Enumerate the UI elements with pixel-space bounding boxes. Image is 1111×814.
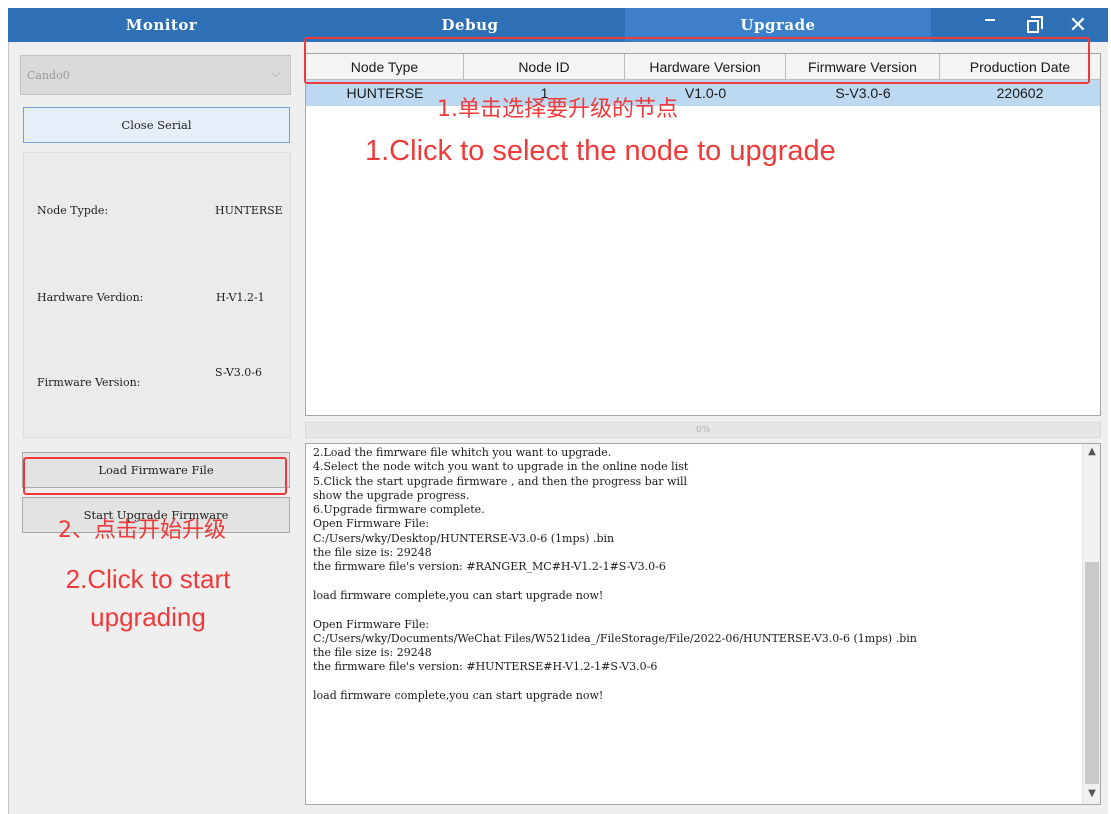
log-lines: 2.Load the fimrware file whitch you want… [313, 446, 1073, 703]
annotation-step1-en: 1.Click to select the node to upgrade [365, 135, 836, 167]
log-line: load firmware complete,you can start upg… [313, 689, 604, 703]
log-line: load firmware complete,you can start upg… [313, 588, 604, 602]
upgrade-progress-bar: 0% [305, 422, 1101, 438]
minimize-icon [985, 19, 995, 21]
port-select[interactable]: Cando0 ⌵ [20, 55, 291, 95]
log-line: the file size is: 29248 [313, 546, 432, 560]
highlight-node-row [304, 37, 1090, 84]
left-panel: Cando0 ⌵ Close Serial Node Typde: HUNTER… [19, 42, 297, 814]
log-line: show the upgrade progress. [313, 488, 470, 502]
firmware-version-value: S-V3.0-6 [215, 366, 263, 379]
log-line: 5.Click the start upgrade firmware , and… [313, 474, 687, 488]
log-scrollbar[interactable]: ▲ ▼ [1082, 444, 1100, 804]
close-serial-button[interactable]: Close Serial [23, 107, 290, 143]
annotation-step2-en: 2.Click to start upgrading [65, 564, 231, 632]
log-line: the firmware file's version: #RANGER_MC#… [313, 560, 666, 574]
log-line: the firmware file's version: #HUNTERSE#H… [313, 660, 658, 674]
log-line: Open Firmware File: [313, 517, 430, 531]
log-line: C:/Users/wky/Documents/WeChat Files/W521… [313, 631, 917, 645]
scroll-up-icon[interactable]: ▲ [1083, 446, 1100, 460]
log-line: 2.Load the fimrware file whitch you want… [313, 446, 612, 459]
annotation-step2-cn: 2、点击开始升级 [58, 518, 226, 543]
hardware-version-label: Hardware Verdion: [37, 291, 144, 304]
log-line: Open Firmware File: [313, 617, 430, 631]
log-line: C:/Users/wky/Desktop/HUNTERSE-V3.0-6 (1m… [313, 531, 615, 545]
node-type-label: Node Typde: [37, 204, 109, 217]
port-select-value: Cando0 [27, 68, 70, 82]
highlight-start-button [23, 457, 287, 495]
chevron-down-icon: ⌵ [270, 66, 280, 80]
firmware-version-label: Firmware Version: [37, 376, 141, 389]
node-info-panel: Node Typde: HUNTERSE Hardware Verdion: H… [23, 152, 291, 438]
online-node-table: Node Type Node ID Hardware Version Firmw… [305, 53, 1101, 416]
tab-monitor[interactable]: Monitor [8, 8, 315, 42]
progress-text: 0% [695, 425, 711, 435]
hardware-version-value: H-V1.2-1 [216, 291, 265, 304]
scrollbar-thumb[interactable] [1085, 562, 1099, 784]
close-icon: ✕ [1068, 12, 1088, 38]
scroll-down-icon[interactable]: ▼ [1083, 788, 1100, 802]
restore-icon-front [1027, 20, 1039, 33]
log-output[interactable]: 2.Load the fimrware file whitch you want… [305, 443, 1101, 805]
log-line: 6.Upgrade firmware complete. [313, 503, 485, 517]
annotation-step1-cn: 1.单击选择要升级的节点 [437, 97, 678, 122]
log-line: the file size is: 29248 [313, 646, 432, 660]
log-line: 4.Select the node witch you want to upgr… [313, 460, 689, 474]
node-type-value: HUNTERSE [215, 204, 283, 217]
